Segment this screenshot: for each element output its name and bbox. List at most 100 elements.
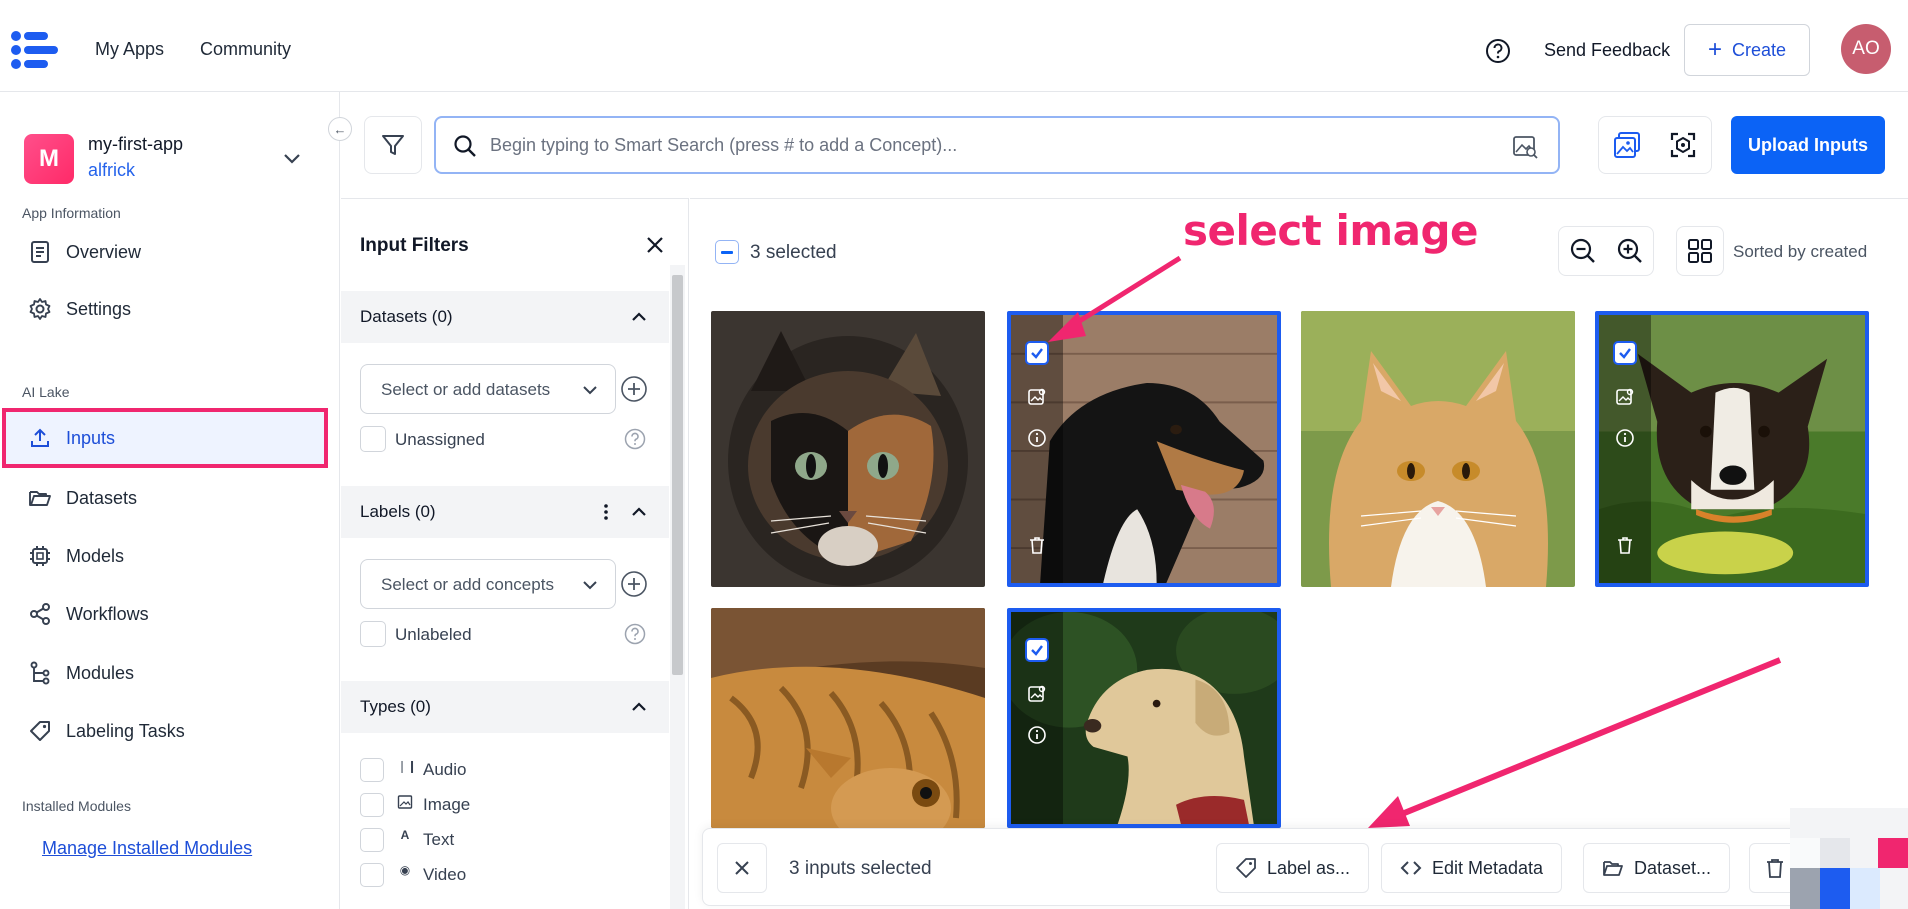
chevron-up-icon[interactable] [629, 307, 649, 327]
chevron-up-icon[interactable] [629, 502, 649, 522]
nav-my-apps[interactable]: My Apps [95, 39, 164, 60]
gallery-item[interactable] [711, 311, 985, 587]
trash-icon[interactable] [1027, 535, 1047, 555]
select-all-checkbox[interactable] [715, 240, 739, 264]
gallery-item[interactable] [1301, 311, 1575, 587]
sidebar-item-datasets[interactable]: Datasets [2, 472, 328, 524]
object-detection-view-button[interactable] [1655, 117, 1711, 173]
collapse-sidebar-button[interactable]: ← [328, 117, 352, 141]
sidebar-item-label: Overview [66, 241, 142, 262]
sidebar-item-label: Labeling Tasks [66, 720, 185, 741]
chevron-down-icon[interactable] [282, 148, 302, 168]
image-search-icon[interactable] [1511, 132, 1539, 160]
smart-search-input[interactable] [490, 130, 1490, 160]
video-icon: ◉ [399, 863, 411, 877]
concept-select[interactable]: Select or add concepts [360, 559, 616, 609]
trash-icon[interactable] [1615, 535, 1635, 555]
send-feedback-link[interactable]: Send Feedback [1544, 40, 1670, 61]
sort-label[interactable]: Sorted by created [1733, 242, 1867, 262]
zoom-in-button[interactable] [1606, 227, 1653, 275]
item-checkbox-checked[interactable] [1613, 341, 1637, 365]
type-image-label: Image [423, 795, 471, 814]
upload-inputs-button[interactable]: Upload Inputs [1731, 116, 1885, 174]
type-audio-label: Audio [423, 760, 467, 779]
app-owner-link[interactable]: alfrick [88, 160, 135, 181]
cat-photo [711, 311, 985, 587]
unlabeled-label: Unlabeled [395, 625, 472, 644]
add-concept-icon[interactable] [620, 570, 648, 598]
upload-icon [31, 428, 49, 447]
image-edit-icon[interactable] [1027, 684, 1047, 704]
clear-selection-button[interactable] [717, 843, 767, 893]
help-icon[interactable] [624, 428, 646, 450]
chevron-down-icon [583, 386, 597, 395]
corner-artifact [1790, 808, 1908, 909]
trash-icon [1767, 859, 1783, 878]
type-audio-checkbox[interactable] [360, 758, 384, 782]
folder-icon [29, 491, 51, 506]
info-icon[interactable] [1027, 428, 1047, 448]
sidebar-item-workflows[interactable]: Workflows [2, 588, 328, 640]
close-icon[interactable] [643, 233, 667, 257]
sidebar-item-label: Inputs [66, 427, 116, 448]
sidebar-item-modules[interactable]: Modules [2, 647, 328, 699]
info-icon[interactable] [1615, 428, 1635, 448]
filters-scrollbar[interactable] [670, 265, 685, 909]
zoom-out-icon [1570, 238, 1595, 263]
zoom-out-button[interactable] [1559, 227, 1606, 275]
label-as-button[interactable]: Label as... [1216, 843, 1370, 893]
more-vertical-icon[interactable] [596, 502, 616, 522]
type-video-checkbox[interactable] [360, 863, 384, 887]
dataset-select[interactable]: Select or add datasets [360, 364, 616, 414]
create-button[interactable]: + Create [1684, 24, 1810, 76]
gallery-item-selected[interactable] [1595, 311, 1869, 587]
tag-icon [30, 721, 50, 741]
filters-title: Input Filters [360, 235, 469, 256]
types-filter-header[interactable]: Types (0) [341, 681, 669, 733]
sidebar-item-label: Settings [66, 298, 132, 319]
text-icon: A [400, 828, 410, 842]
share-icon [30, 603, 50, 625]
sidebar-item-settings[interactable]: Settings [2, 283, 328, 335]
unlabeled-checkbox[interactable] [360, 621, 386, 647]
image-edit-icon[interactable] [1027, 387, 1047, 407]
image-gallery-view-button[interactable] [1599, 117, 1655, 173]
chevron-up-icon[interactable] [629, 697, 649, 717]
type-image-checkbox[interactable] [360, 793, 384, 817]
labels-filter-header[interactable]: Labels (0) [341, 486, 669, 538]
add-dataset-icon[interactable] [620, 375, 648, 403]
inputs-selected-count: 3 inputs selected [789, 858, 932, 879]
gallery-item-selected[interactable] [1007, 311, 1281, 587]
sidebar-item-inputs[interactable]: Inputs [2, 408, 328, 468]
help-icon[interactable] [1485, 38, 1511, 64]
help-icon[interactable] [624, 623, 646, 645]
unassigned-checkbox[interactable] [360, 426, 386, 452]
labels-filter-label: Labels (0) [360, 502, 436, 521]
info-icon[interactable] [1027, 725, 1047, 745]
sidebar-item-labeling-tasks[interactable]: Labeling Tasks [2, 705, 328, 757]
manage-installed-modules-link[interactable]: Manage Installed Modules [42, 838, 252, 859]
gallery-item-selected[interactable] [1007, 608, 1281, 828]
image-edit-icon[interactable] [1615, 387, 1635, 407]
user-avatar[interactable]: AO [1841, 24, 1891, 74]
cat-photo [1301, 311, 1575, 587]
gallery-item[interactable] [711, 608, 985, 828]
section-label-ai-lake: AI Lake [22, 384, 70, 400]
clarifai-logo-icon[interactable] [10, 28, 60, 72]
zoom-controls [1558, 226, 1654, 276]
scrollbar-thumb[interactable] [672, 275, 683, 675]
sidebar-item-overview[interactable]: Overview [2, 226, 328, 278]
item-checkbox-checked[interactable] [1025, 638, 1049, 662]
filter-toggle-button[interactable] [364, 116, 422, 174]
item-checkbox-checked[interactable] [1025, 341, 1049, 365]
datasets-filter-header[interactable]: Datasets (0) [341, 291, 669, 343]
nav-community[interactable]: Community [200, 39, 291, 60]
grid-layout-button[interactable] [1676, 226, 1724, 276]
sidebar-item-models[interactable]: Models [2, 530, 328, 582]
types-filter-label: Types (0) [360, 697, 431, 716]
type-text-checkbox[interactable] [360, 828, 384, 852]
dataset-button[interactable]: Dataset... [1583, 843, 1731, 893]
edit-metadata-button[interactable]: Edit Metadata [1381, 843, 1563, 893]
tag-icon [1236, 858, 1256, 878]
indeterminate-mark [721, 250, 733, 254]
